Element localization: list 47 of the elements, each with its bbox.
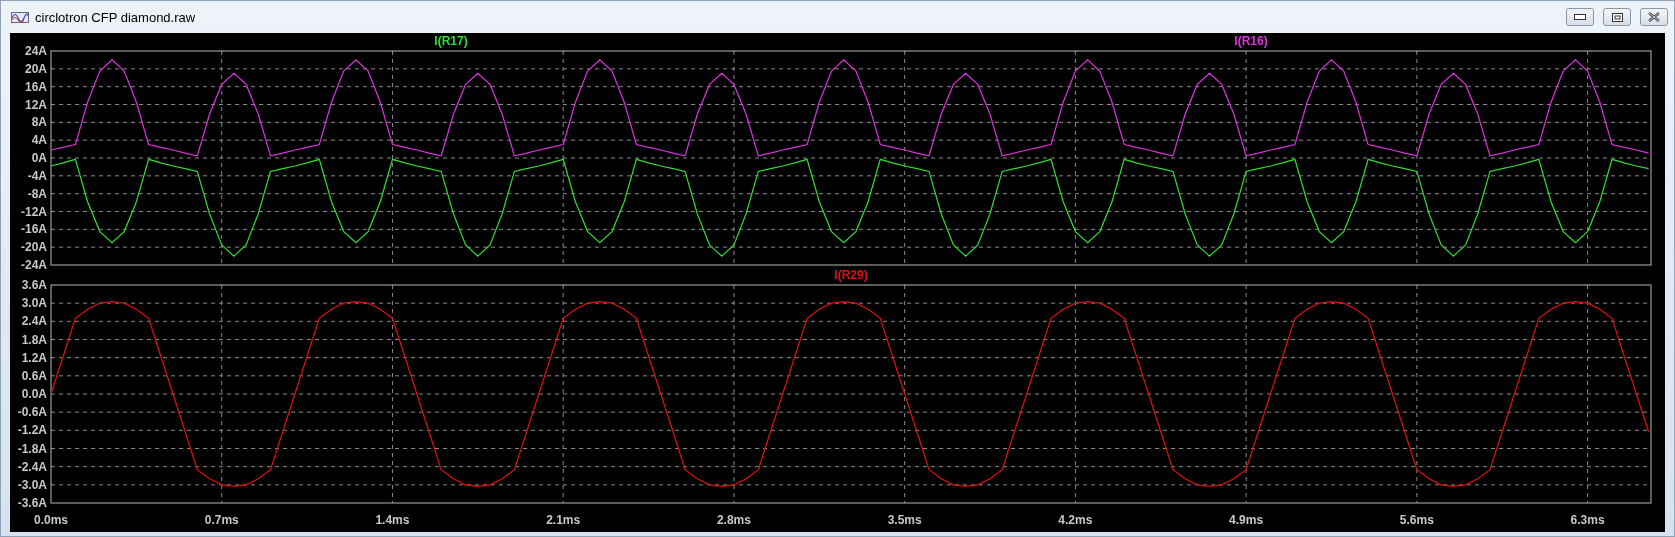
axis-tick-label: 24A (25, 44, 47, 58)
axis-tick-label: 4.9ms (1229, 513, 1264, 527)
axis-tick-label: -2.4A (17, 459, 47, 474)
trace-label[interactable]: I(R16) (1234, 34, 1268, 48)
axis-tick-label: -8A (27, 186, 47, 201)
axis-tick-label: 0.6A (21, 368, 47, 383)
axis-tick-label: -1.2A (17, 423, 47, 438)
axis-tick-label: 2.1ms (546, 513, 581, 527)
axis-tick-label: -16A (21, 222, 47, 237)
restore-button[interactable] (1603, 8, 1631, 26)
axis-tick-label: 3.5ms (887, 513, 922, 527)
axis-tick-label: -0.6A (17, 405, 47, 420)
axis-tick-label: -1.8A (17, 441, 47, 456)
axis-tick-label: 1.4ms (375, 513, 410, 527)
axis-tick-label: 6.3ms (1570, 513, 1605, 527)
axis-tick-label: 0.7ms (204, 513, 239, 527)
axis-tick-label: -4A (27, 168, 47, 183)
axis-tick-label: 2.8ms (716, 513, 751, 527)
close-icon (1648, 12, 1660, 22)
waveform-app-icon (11, 9, 29, 25)
axis-tick-label: 1.8A (21, 332, 47, 347)
axis-tick-label: -24A (21, 258, 47, 270)
axis-tick-label: 20A (25, 61, 47, 76)
axis-tick-label: 8A (31, 115, 47, 130)
axis-tick-label: 5.6ms (1399, 513, 1434, 527)
axis-tick-label: 0.0ms (34, 513, 68, 527)
trace-label[interactable]: I(R29) (834, 270, 868, 282)
close-button[interactable] (1640, 8, 1668, 26)
axis-tick-label: 3.0A (21, 296, 47, 311)
axis-tick-label: -3.0A (17, 477, 47, 492)
axis-tick-label: 0A (31, 151, 47, 165)
axis-tick-label: 12A (25, 97, 47, 112)
minimize-button[interactable] (1566, 8, 1594, 26)
restore-icon (1611, 12, 1623, 22)
minimize-icon (1574, 14, 1586, 20)
axis-tick-label: 2.4A (21, 314, 47, 329)
axis-tick-label: 1.2A (21, 350, 47, 365)
trace-label[interactable]: I(R17) (434, 34, 468, 48)
window-title: circlotron CFP diamond.raw (35, 9, 197, 25)
axis-tick-label: 4A (31, 133, 47, 148)
axis-tick-label: -20A (21, 240, 47, 255)
axis-tick-label: -3.6A (17, 496, 47, 510)
axis-tick-label: -12A (21, 204, 47, 219)
axis-tick-label: 4.2ms (1058, 513, 1093, 527)
axis-tick-label: 16A (25, 79, 47, 94)
axis-tick-label: 0.0A (21, 387, 47, 401)
axis-tick-label: 3.6A (21, 278, 47, 292)
